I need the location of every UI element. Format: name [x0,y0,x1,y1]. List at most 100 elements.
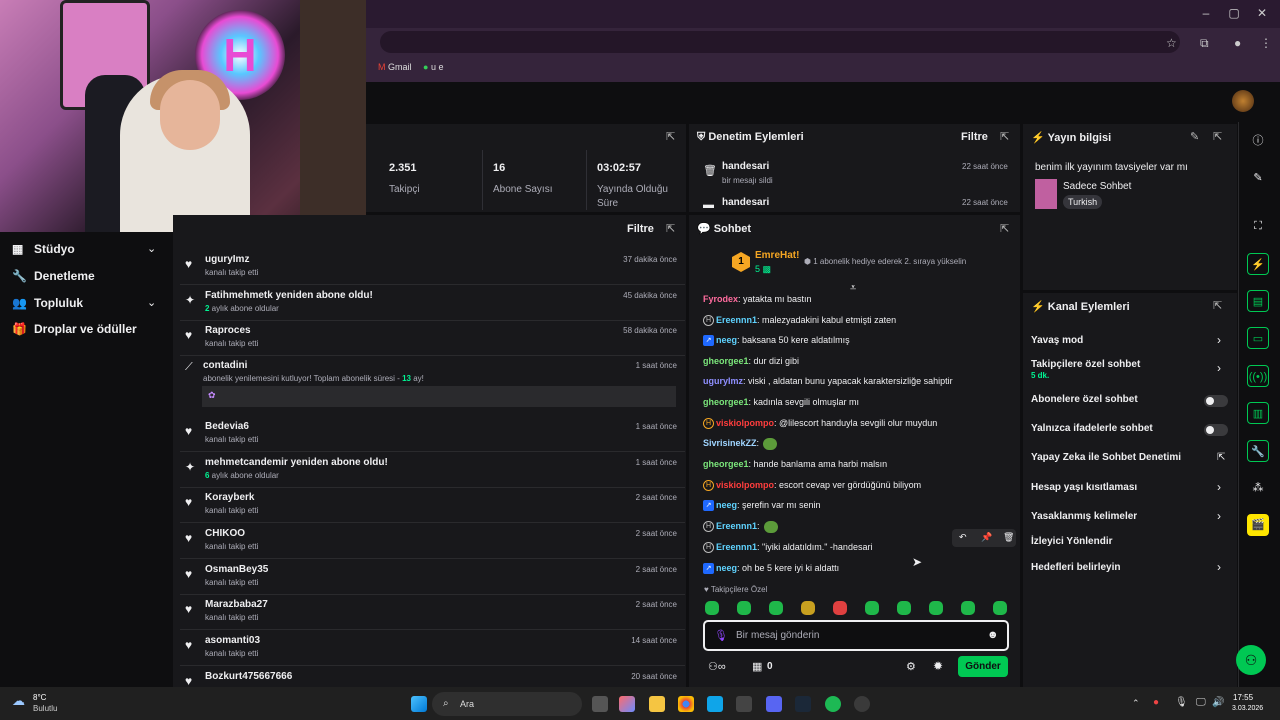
mod-tools-icon[interactable]: ✹ [933,659,943,673]
chat-icon[interactable]: ▭ [1247,327,1269,349]
emote-icon[interactable] [801,601,815,615]
activity-name[interactable]: asomanti03 [205,635,260,646]
quick-action-icon[interactable]: ⚡ [1247,253,1269,275]
user-badge-icon[interactable]: ↗ [703,563,714,575]
close-icon[interactable]: ✕ [1252,6,1272,20]
spotify-icon[interactable] [825,696,841,712]
notes-icon[interactable]: ▤ [1247,290,1269,312]
emote-icon[interactable] [705,601,719,615]
store-icon[interactable]: ▦ [752,660,762,673]
chat-username[interactable]: Ereennn1 [716,542,757,552]
help-button[interactable]: ⚇ [1236,645,1266,675]
chrome-icon[interactable] [678,696,694,712]
nav-community[interactable]: 👥 Topluluk [12,296,83,310]
channel-action-label[interactable]: Abonelere özel sohbet [1031,394,1138,405]
activity-name[interactable]: CHIKOO [205,528,245,539]
chat-username[interactable]: neeg [716,500,737,510]
channel-action-label[interactable]: Yasaklanmış kelimeler [1031,511,1137,522]
taskview-icon[interactable] [592,696,608,712]
chat-message[interactable]: Hviskiolpompo: escort cevap ver gördüğün… [703,479,1013,492]
user-badge-icon[interactable]: ↗ [703,500,714,512]
chevron-right-icon[interactable]: › [1217,480,1221,494]
chat-message[interactable]: Hviskiolpompo: @lilescort handuyla sevgi… [703,417,1013,430]
tray-app-icon[interactable]: ● [1153,697,1159,708]
extensions-icon[interactable]: ⧉ [1200,36,1209,51]
chat-username[interactable]: neeg [716,335,737,345]
channel-action-label[interactable]: Yapay Zeka ile Sohbet Denetimi [1031,452,1181,463]
user-badge-icon[interactable]: H [703,315,714,327]
chat-username[interactable]: Ereennn1 [716,315,757,325]
activity-filter-button[interactable]: Filtre [627,223,654,235]
activity-name[interactable]: Raproces [205,325,251,336]
info-icon[interactable]: ⓘ [1247,130,1269,152]
popout-icon[interactable]: ⇱ [1213,299,1222,312]
chevron-down-icon[interactable]: ⌄ [147,242,156,255]
copilot-icon[interactable] [619,696,635,712]
obs-icon[interactable] [854,696,870,712]
popout-icon[interactable]: ⇱ [1000,222,1009,235]
toggle-switch[interactable] [1204,395,1228,407]
emote-icon[interactable] [897,601,911,615]
emote-icon[interactable] [993,601,1007,615]
community-icon[interactable]: ⁂ [1247,477,1269,499]
steam-icon[interactable] [795,696,811,712]
mic-tray-icon[interactable]: 🎙 [1175,697,1188,708]
channel-points-icon[interactable]: ⚇∞ [708,660,726,673]
maximize-icon[interactable]: ▢ [1224,6,1244,20]
folder-icon[interactable] [649,696,665,712]
gear-icon[interactable]: ⚙ [906,660,916,673]
chat-message[interactable]: ↗ neeg: oh be 5 kere iyi ki aldattı [703,562,1013,575]
activity-name[interactable]: Marazbaba27 [205,599,268,610]
nav-moderation[interactable]: 🔧 Denetleme [12,269,95,283]
chevron-right-icon[interactable]: › [1217,361,1221,375]
chat-username[interactable]: gheorgee1 [703,356,749,366]
external-link-icon[interactable]: ⇱ [1217,452,1225,463]
chat-message[interactable]: gheorgee1: kadınla sevgili olmuşlar mı [703,396,1013,408]
chat-username[interactable]: viskiolpompo [716,418,774,428]
emote-icon[interactable] [737,601,751,615]
clock-date[interactable]: 3.03.2026 [1232,705,1263,712]
chevron-right-icon[interactable]: › [1217,560,1221,574]
tag-badge[interactable]: Turkish [1063,195,1103,209]
chat-message[interactable]: SivrisinekZZ: [703,437,1013,450]
chevron-right-icon[interactable]: › [1217,509,1221,523]
channel-action-label[interactable]: Yavaş mod [1031,335,1083,346]
send-button[interactable]: Gönder [958,656,1008,677]
chat-username[interactable]: Fyrodex [703,294,738,304]
emoji-icon[interactable]: ☻ [987,629,999,641]
chat-username[interactable]: neeg [716,563,737,573]
chat-username[interactable]: uguryImz [703,376,743,386]
taskbar-search[interactable] [432,692,582,716]
chat-message[interactable]: ↗ neeg: baksana 50 kere aldatılmış [703,334,1013,347]
chevron-down-icon[interactable]: ⌄ [147,296,156,309]
toggle-switch[interactable] [1204,424,1228,436]
menu-icon[interactable]: ⋮ [1260,36,1272,50]
mic-icon[interactable]: 🎙 [714,629,728,642]
bookmark-ue[interactable]: ● u e [423,62,443,72]
volume-icon[interactable]: 🔊 [1212,697,1224,708]
user-badge-icon[interactable]: H [703,418,714,430]
capture-icon[interactable]: ⛶ [1247,215,1269,237]
profile-icon[interactable]: ● [1234,36,1241,50]
moderation-filter-button[interactable]: Filtre [961,131,988,143]
bookmark-gmail[interactable]: M Gmail [378,62,412,72]
chat-message[interactable]: uguryImz: viski , aldatan bunu yapacak k… [703,375,1013,387]
popout-icon[interactable]: ⇱ [666,130,675,143]
emote-icon[interactable] [961,601,975,615]
discord-icon[interactable] [766,696,782,712]
emote-icon[interactable] [833,601,847,615]
edge-icon[interactable] [707,696,723,712]
chat-username[interactable]: viskiolpompo [716,480,774,490]
clock-time[interactable]: 17:55 [1233,693,1253,702]
popout-icon[interactable]: ⇱ [666,222,675,235]
emote-icon[interactable] [929,601,943,615]
minimize-icon[interactable]: – [1196,6,1216,20]
category-name[interactable]: Sadece Sohbet [1063,181,1131,192]
popout-icon[interactable]: ⇱ [1000,130,1009,143]
user-badge-icon[interactable]: ↗ [703,335,714,347]
avatar[interactable] [1232,90,1254,112]
chat-message[interactable]: ↗ neeg: şerefin var mı senin [703,499,1013,512]
chat-message[interactable]: gheorgee1: hande banlama ama harbi malsı… [703,458,1013,470]
nav-studio[interactable]: ▦ Stüdyo [12,242,75,256]
pencil-icon[interactable]: ✎ [1190,130,1199,143]
